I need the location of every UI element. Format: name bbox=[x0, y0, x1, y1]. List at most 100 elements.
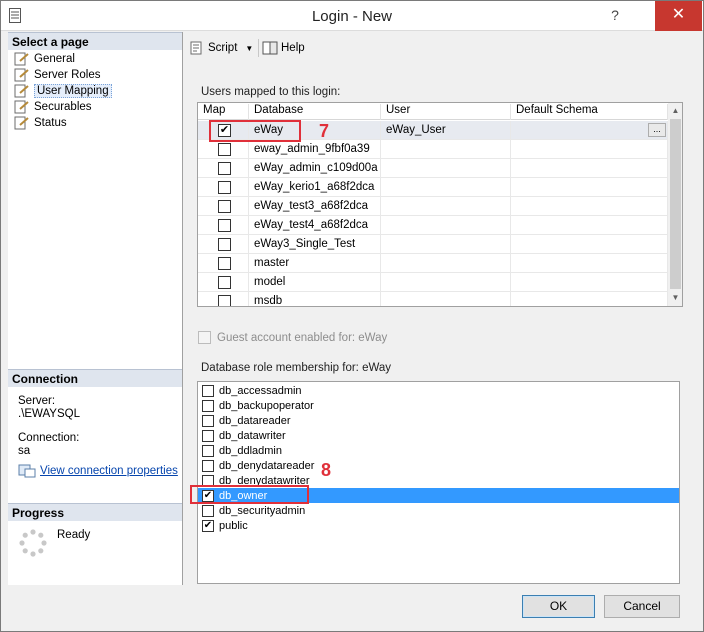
role-item-db-accessadmin[interactable]: db_accessadmin bbox=[198, 383, 679, 398]
page-item-securables[interactable]: Securables bbox=[14, 99, 92, 115]
role-item-public[interactable]: ✔ public bbox=[198, 518, 679, 533]
user-cell[interactable] bbox=[381, 292, 511, 306]
map-checkbox[interactable] bbox=[218, 219, 231, 232]
default-schema-cell[interactable] bbox=[511, 292, 668, 306]
map-checkbox[interactable] bbox=[218, 143, 231, 156]
default-schema-browse-button[interactable]: ... bbox=[648, 123, 666, 137]
user-cell[interactable] bbox=[381, 254, 511, 273]
database-cell[interactable]: eWay_kerio1_a68f2dca bbox=[249, 178, 381, 197]
user-cell[interactable] bbox=[381, 235, 511, 254]
select-page-header: Select a page bbox=[8, 32, 182, 50]
role-item-db-datawriter[interactable]: db_datawriter bbox=[198, 428, 679, 443]
map-checkbox[interactable] bbox=[218, 181, 231, 194]
role-checkbox[interactable]: ✔ bbox=[202, 519, 214, 532]
default-schema-cell[interactable] bbox=[511, 197, 668, 216]
role-checkbox[interactable] bbox=[202, 429, 214, 442]
map-checkbox[interactable] bbox=[218, 200, 231, 213]
page-item-general[interactable]: General bbox=[14, 51, 75, 67]
user-cell[interactable] bbox=[381, 178, 511, 197]
default-schema-cell[interactable] bbox=[511, 216, 668, 235]
grid-row[interactable]: eWay_test3_a68f2dca bbox=[198, 197, 668, 216]
users-mapped-label: Users mapped to this login: bbox=[201, 86, 341, 98]
script-button[interactable]: Script ▼ bbox=[189, 41, 253, 55]
server-label: Server: bbox=[18, 395, 56, 407]
scroll-thumb[interactable] bbox=[670, 119, 681, 289]
default-schema-cell[interactable] bbox=[511, 140, 668, 159]
database-cell[interactable]: model bbox=[249, 273, 381, 292]
role-item-db-denydatareader[interactable]: db_denydatareader bbox=[198, 458, 679, 473]
grid-row[interactable]: eway_admin_9fbf0a39 bbox=[198, 140, 668, 159]
toolbar: Script ▼ Help bbox=[184, 32, 703, 64]
default-schema-cell[interactable] bbox=[511, 121, 668, 140]
help-button[interactable]: Help bbox=[262, 41, 305, 55]
grid-header: Map Database User Default Schema bbox=[198, 103, 668, 120]
grid-row[interactable]: eWay3_Single_Test bbox=[198, 235, 668, 254]
map-checkbox[interactable] bbox=[218, 295, 231, 306]
page-wrench-icon bbox=[14, 100, 29, 114]
default-schema-cell[interactable] bbox=[511, 254, 668, 273]
database-cell[interactable]: eway_admin_9fbf0a39 bbox=[249, 140, 381, 159]
ok-button[interactable]: OK bbox=[522, 595, 595, 618]
role-checkbox[interactable] bbox=[202, 504, 214, 517]
map-checkbox[interactable] bbox=[218, 238, 231, 251]
page-item-user-mapping[interactable]: User Mapping bbox=[14, 83, 112, 99]
user-cell[interactable] bbox=[381, 159, 511, 178]
default-schema-cell[interactable] bbox=[511, 273, 668, 292]
view-connection-properties-link[interactable]: View connection properties bbox=[18, 464, 178, 478]
scroll-up-icon[interactable]: ▲ bbox=[668, 103, 682, 118]
user-cell[interactable] bbox=[381, 216, 511, 235]
database-cell[interactable]: eWay_test4_a68f2dca bbox=[249, 216, 381, 235]
grid-row[interactable]: model bbox=[198, 273, 668, 292]
role-checkbox[interactable] bbox=[202, 444, 214, 457]
right-panel: Script ▼ Help Users mapped to this login… bbox=[184, 32, 703, 585]
grid-row[interactable]: msdb bbox=[198, 292, 668, 306]
database-cell[interactable]: eWay_admin_c109d00a bbox=[249, 159, 381, 178]
map-checkbox[interactable] bbox=[218, 257, 231, 270]
progress-spinner-icon bbox=[19, 529, 47, 557]
role-label: db_datawriter bbox=[219, 429, 286, 442]
column-header-map[interactable]: Map bbox=[198, 104, 249, 120]
role-checkbox[interactable] bbox=[202, 414, 214, 427]
role-checkbox[interactable] bbox=[202, 459, 214, 472]
grid-row[interactable]: master bbox=[198, 254, 668, 273]
close-button[interactable]: ✕ bbox=[655, 1, 702, 31]
page-item-server-roles[interactable]: Server Roles bbox=[14, 67, 100, 83]
page-item-status[interactable]: Status bbox=[14, 115, 67, 131]
grid-row[interactable]: eWay_test4_a68f2dca bbox=[198, 216, 668, 235]
map-checkbox[interactable] bbox=[218, 276, 231, 289]
map-checkbox[interactable] bbox=[218, 162, 231, 175]
grid-row[interactable]: eWay_kerio1_a68f2dca bbox=[198, 178, 668, 197]
script-dropdown-arrow-icon[interactable]: ▼ bbox=[245, 44, 253, 53]
default-schema-cell[interactable] bbox=[511, 178, 668, 197]
column-header-user[interactable]: User bbox=[381, 104, 511, 120]
role-item-db-ddladmin[interactable]: db_ddladmin bbox=[198, 443, 679, 458]
help-title-button[interactable]: ? bbox=[603, 1, 627, 31]
default-schema-cell[interactable] bbox=[511, 235, 668, 254]
user-cell[interactable] bbox=[381, 273, 511, 292]
role-membership-list: db_accessadmin db_backupoperator db_datare… bbox=[197, 381, 680, 584]
database-cell[interactable]: master bbox=[249, 254, 381, 273]
role-item-db-datareader[interactable]: db_datareader bbox=[198, 413, 679, 428]
database-cell[interactable]: eWay3_Single_Test bbox=[249, 235, 381, 254]
user-cell[interactable]: eWay_User bbox=[381, 121, 511, 140]
database-cell[interactable]: msdb bbox=[249, 292, 381, 306]
grid-vertical-scrollbar[interactable]: ▲ ▼ bbox=[668, 103, 682, 306]
title-bar: Login - New ? ✕ bbox=[1, 1, 703, 31]
column-header-default-schema[interactable]: Default Schema bbox=[511, 104, 668, 120]
column-header-database[interactable]: Database bbox=[249, 104, 381, 120]
database-cell[interactable]: eWay_test3_a68f2dca bbox=[249, 197, 381, 216]
role-item-db-securityadmin[interactable]: db_securityadmin bbox=[198, 503, 679, 518]
role-label: db_accessadmin bbox=[219, 384, 302, 397]
cancel-button[interactable]: Cancel bbox=[604, 595, 680, 618]
connection-value: sa bbox=[18, 445, 31, 457]
role-checkbox[interactable] bbox=[202, 399, 214, 412]
role-checkbox[interactable] bbox=[202, 384, 214, 397]
guest-checkbox-box bbox=[198, 331, 211, 344]
user-cell[interactable] bbox=[381, 140, 511, 159]
role-item-db-backupoperator[interactable]: db_backupoperator bbox=[198, 398, 679, 413]
default-schema-cell[interactable] bbox=[511, 159, 668, 178]
step-7-label: 7 bbox=[319, 121, 330, 141]
grid-row[interactable]: eWay_admin_c109d00a bbox=[198, 159, 668, 178]
scroll-down-icon[interactable]: ▼ bbox=[668, 290, 682, 305]
user-cell[interactable] bbox=[381, 197, 511, 216]
